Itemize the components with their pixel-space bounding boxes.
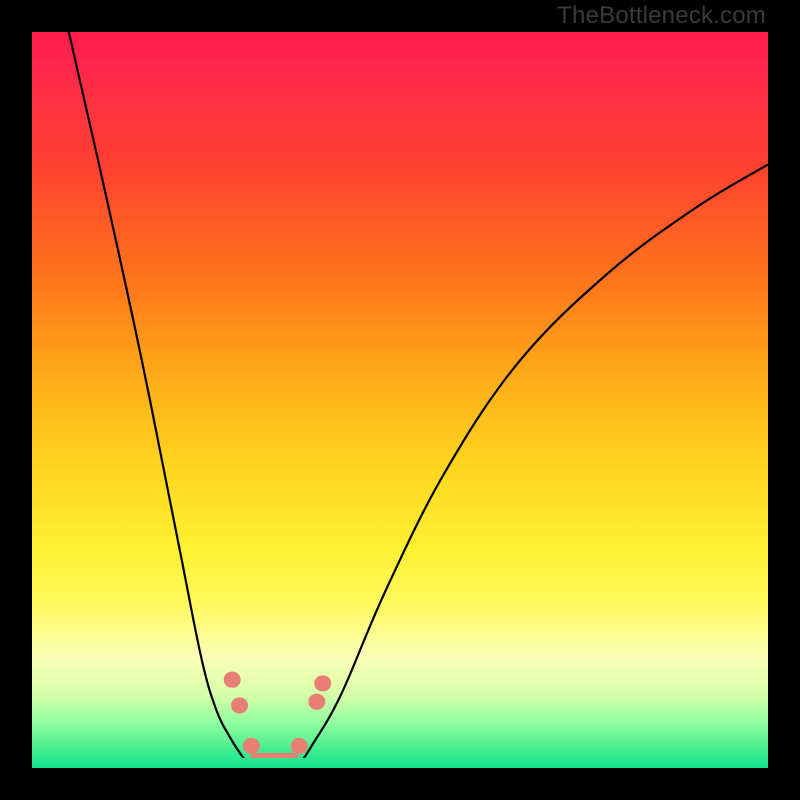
- curve-right-branch: [297, 164, 768, 768]
- plot-area: [32, 32, 768, 768]
- watermark-text: TheBottleneck.com: [557, 2, 766, 30]
- curve-left-branch: [69, 32, 253, 768]
- baseline-strip: [32, 758, 768, 768]
- curve-layer: [32, 32, 768, 768]
